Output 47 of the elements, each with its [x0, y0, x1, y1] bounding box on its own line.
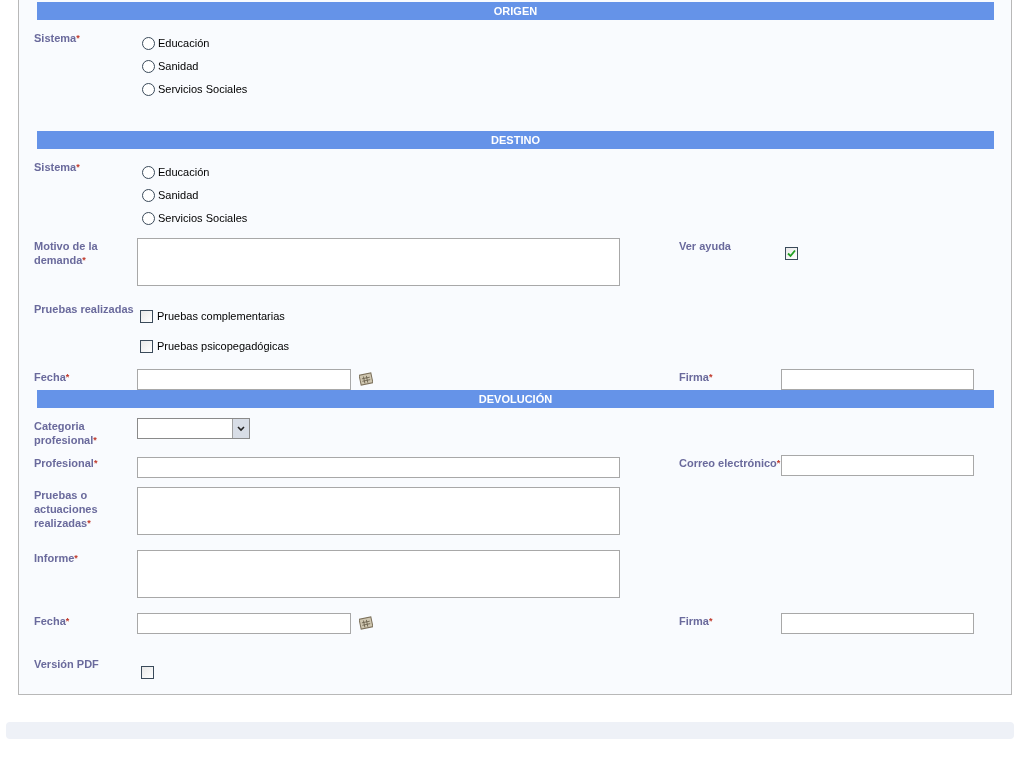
checkmark-icon	[787, 249, 796, 258]
field-label: Correo electrónico*	[679, 456, 781, 470]
radio-label: Educación	[158, 36, 210, 52]
radio-button[interactable]	[142, 37, 155, 50]
field-label: Profesional*	[34, 456, 99, 470]
checkbox[interactable]	[141, 666, 154, 679]
radio-label: Sanidad	[158, 188, 199, 204]
radio-button[interactable]	[142, 166, 155, 179]
checkbox[interactable]	[140, 309, 153, 323]
section-header: DEVOLUCIÓN	[37, 390, 994, 408]
field-label: Pruebas o actuaciones realizadas*	[34, 488, 99, 530]
text-field[interactable]	[781, 369, 974, 390]
radio-button[interactable]	[142, 212, 155, 225]
radio-label: Servicios Sociales	[158, 211, 248, 227]
field-label: Categoria profesional*	[34, 419, 98, 447]
text-field[interactable]	[781, 455, 974, 476]
radio-button[interactable]	[142, 60, 155, 73]
section-header: DESTINO	[37, 131, 994, 149]
radio-label: Sanidad	[158, 59, 199, 75]
checkbox[interactable]	[140, 339, 153, 353]
field-label: Fecha*	[34, 370, 71, 384]
field-label: Motivo de la demanda*	[34, 239, 99, 267]
field-label: Sistema*	[34, 31, 81, 45]
text-field[interactable]	[781, 613, 974, 634]
field-label: Firma*	[679, 614, 714, 628]
radio-button[interactable]	[142, 189, 155, 202]
dropdown-select[interactable]	[137, 418, 250, 439]
checkbox-label: Pruebas psicopegadógicas	[157, 338, 290, 354]
field-label: Sistema*	[34, 160, 81, 174]
checkbox-label: Pruebas complementarias	[157, 308, 285, 324]
date-field[interactable]	[137, 613, 351, 634]
chevron-down-icon	[237, 425, 245, 432]
field-label: Versión PDF	[34, 657, 100, 671]
field-label: Informe*	[34, 551, 79, 565]
calendar-icon[interactable]	[359, 372, 373, 386]
section-header: ORIGEN	[37, 2, 994, 20]
field-label: Pruebas realizadas	[34, 302, 135, 316]
checkbox[interactable]	[785, 247, 798, 260]
text-field[interactable]	[137, 456, 620, 478]
radio-button[interactable]	[142, 83, 155, 96]
radio-label: Servicios Sociales	[158, 82, 248, 98]
field-label: Fecha*	[34, 614, 71, 628]
field-label: Ver ayuda	[679, 239, 732, 253]
date-field[interactable]	[137, 369, 351, 390]
field-label: Firma*	[679, 370, 714, 384]
calendar-icon[interactable]	[359, 616, 373, 630]
radio-label: Educación	[158, 165, 210, 181]
